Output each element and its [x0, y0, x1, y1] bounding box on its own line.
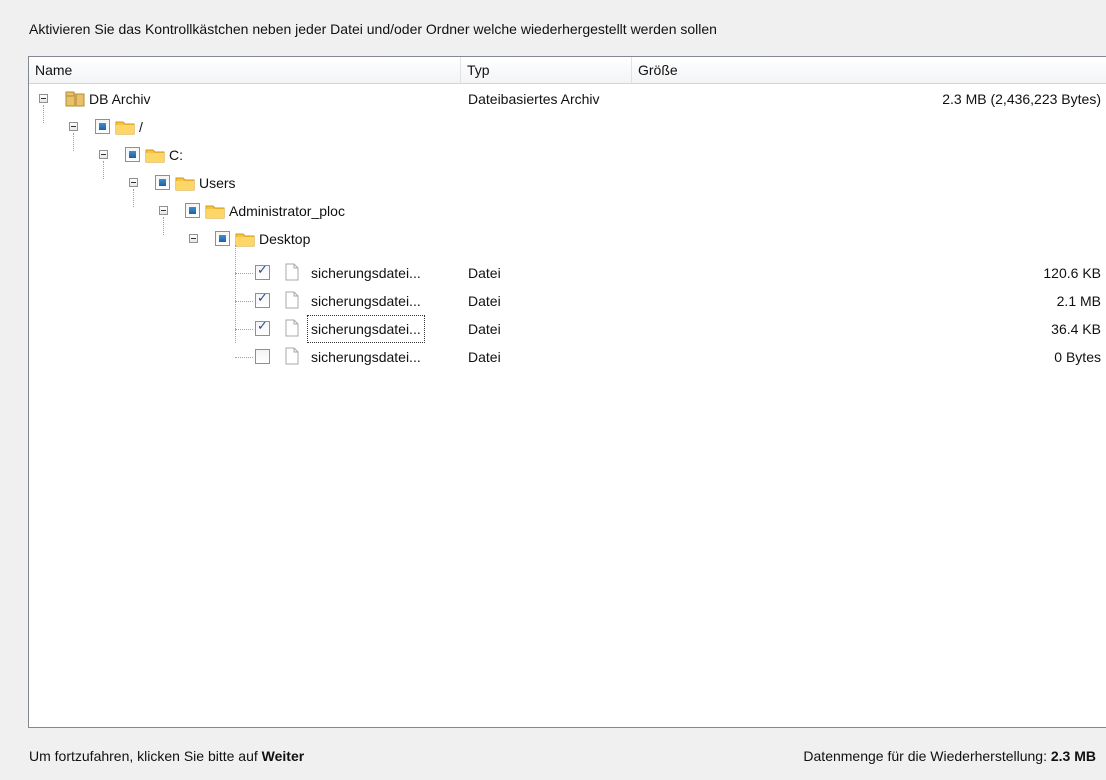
tree-label-file: sicherungsdatei... — [311, 265, 421, 281]
file-tree-list[interactable]: Name Typ Größe DB Archiv Dateibasiertes … — [28, 56, 1106, 728]
tree-row-folder[interactable]: Desktop — [29, 225, 1106, 253]
size-cell: 36.4 KB — [1051, 321, 1101, 337]
type-cell: Dateibasiertes Archiv — [468, 91, 600, 107]
hint-button-name: Weiter — [261, 748, 305, 764]
continue-hint: Um fortzufahren, klicken Sie bitte auf W… — [29, 748, 304, 764]
tree-row-root[interactable]: DB Archiv Dateibasiertes Archiv 2.3 MB (… — [29, 85, 1106, 113]
tree-row-file[interactable]: sicherungsdatei... Datei 0 Bytes — [29, 343, 1106, 371]
tree-label-file-focused: sicherungsdatei... — [307, 315, 425, 343]
file-checkbox[interactable] — [255, 319, 270, 336]
size-cell: 2.3 MB (2,436,223 Bytes) — [942, 91, 1101, 107]
size-cell: 120.6 KB — [1043, 265, 1101, 281]
tree-row-file[interactable]: sicherungsdatei... Datei 2.1 MB — [29, 287, 1106, 315]
partial-checkbox[interactable] — [215, 231, 230, 246]
collapse-toggle[interactable] — [69, 122, 78, 131]
restore-amount: Datenmenge für die Wiederherstellung: 2.… — [803, 748, 1096, 764]
tree-row-folder[interactable]: C: — [29, 141, 1106, 169]
tree-label-file: sicherungsdatei... — [311, 293, 421, 309]
archive-folder-icon — [65, 91, 85, 107]
collapse-toggle[interactable] — [99, 150, 108, 159]
size-cell: 0 Bytes — [1054, 349, 1101, 365]
type-cell: Datei — [468, 265, 501, 281]
file-icon — [285, 347, 299, 365]
list-header: Name Typ Größe — [29, 57, 1106, 84]
partial-checkbox[interactable] — [155, 175, 170, 190]
collapse-toggle[interactable] — [129, 178, 138, 187]
tree-label-folder: C: — [169, 147, 183, 163]
collapse-toggle[interactable] — [189, 234, 198, 243]
tree-label-folder: Administrator_ploc — [229, 203, 345, 219]
tree-label-root: DB Archiv — [89, 91, 151, 107]
tree-row-folder[interactable]: Administrator_ploc — [29, 197, 1106, 225]
hint-prefix: Um fortzufahren, klicken Sie bitte auf — [29, 748, 258, 764]
file-checkbox[interactable] — [255, 291, 270, 308]
type-cell: Datei — [468, 321, 501, 337]
type-cell: Datei — [468, 349, 501, 365]
collapse-toggle[interactable] — [39, 94, 48, 103]
file-icon — [285, 319, 299, 337]
file-checkbox[interactable] — [255, 349, 270, 364]
tree-label-folder: Users — [199, 175, 236, 191]
column-header-name[interactable]: Name — [29, 57, 461, 83]
partial-checkbox[interactable] — [185, 203, 200, 218]
folder-icon — [205, 205, 225, 219]
tree-row-folder[interactable]: Users — [29, 169, 1106, 197]
column-header-type[interactable]: Typ — [461, 57, 632, 83]
instruction-text: Aktivieren Sie das Kontrollkästchen nebe… — [29, 21, 717, 37]
column-header-size[interactable]: Größe — [632, 57, 1106, 83]
amount-label: Datenmenge für die Wiederherstellung: — [803, 748, 1047, 764]
partial-checkbox[interactable] — [95, 119, 110, 134]
file-icon — [285, 291, 299, 309]
tree-row-file[interactable]: sicherungsdatei... Datei 36.4 KB — [29, 315, 1106, 343]
tree-label-folder: / — [139, 119, 143, 135]
tree-label-file: sicherungsdatei... — [311, 349, 421, 365]
tree-label-folder: Desktop — [259, 231, 311, 247]
type-cell: Datei — [468, 293, 501, 309]
folder-icon — [235, 233, 255, 247]
tree-row-file[interactable]: sicherungsdatei... Datei 120.6 KB — [29, 259, 1106, 287]
amount-value: 2.3 MB — [1050, 748, 1096, 764]
folder-icon — [115, 121, 135, 135]
tree-row-folder[interactable]: / — [29, 113, 1106, 141]
file-checkbox[interactable] — [255, 263, 270, 280]
collapse-toggle[interactable] — [159, 206, 168, 215]
folder-icon — [175, 177, 195, 191]
size-cell: 2.1 MB — [1056, 293, 1101, 309]
partial-checkbox[interactable] — [125, 147, 140, 162]
file-icon — [285, 263, 299, 281]
folder-icon — [145, 149, 165, 163]
